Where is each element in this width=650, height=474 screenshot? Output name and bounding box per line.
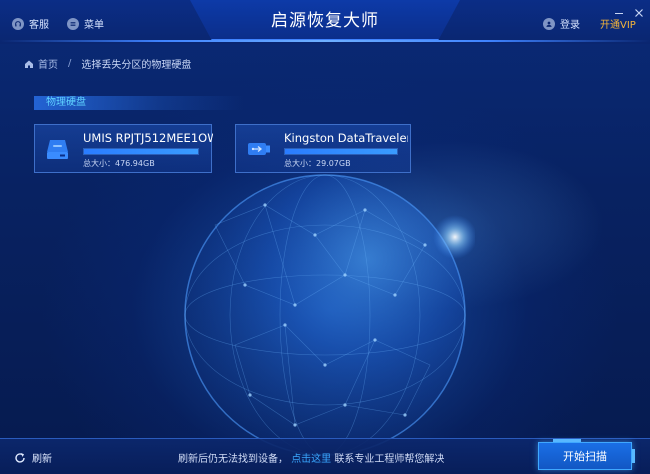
title-divider [0,40,650,42]
breadcrumb-separator: / [68,58,72,69]
user-icon [543,17,555,30]
start-scan-button[interactable]: 开始扫描 [538,439,635,470]
breadcrumb-home[interactable]: 首页 [24,56,58,71]
refresh-label: 刷新 [32,454,52,465]
disk-usage-bar [83,148,199,155]
disk-usage-bar [284,148,398,155]
breadcrumb-current: 选择丢失分区的物理硬盘 [81,60,192,71]
service-button[interactable]: 客服 [12,16,49,31]
usb-drive-icon [248,143,270,155]
disk-usage-fill [84,149,198,154]
hard-drive-icon [47,140,68,159]
globe-illustration [184,174,475,456]
login-button[interactable]: 登录 [543,16,580,31]
login-label: 登录 [560,20,580,31]
disk-size: 总大小：476.94GB [83,159,155,168]
disk-usage-fill [285,149,397,154]
refresh-icon [15,452,25,463]
home-icon [25,60,33,68]
window-controls [614,3,644,17]
menu-button[interactable]: 菜单 [67,16,104,31]
minimize-icon[interactable] [614,3,624,14]
section-title: 物理硬盘 [34,96,244,110]
service-label: 客服 [29,20,49,31]
close-icon[interactable] [634,3,644,17]
title-bar: 启源恢复大师 客服 菜单 登录 开通VIP [0,0,650,44]
toolbar-left: 客服 菜单 [12,16,104,31]
disk-name: UMIS RPJTJ512MEE1OW [83,131,213,145]
headset-icon [12,17,24,30]
app-title: 启源恢复大师 [271,11,379,31]
breadcrumb-home-label: 首页 [38,60,58,71]
hint-prefix: 刷新后仍无法找到设备， [178,454,288,465]
vip-link[interactable]: 开通VIP [600,16,636,31]
disk-name: Kingston DataTraveler 2.0 [284,131,408,145]
contact-link[interactable]: 点击这里 [291,454,331,465]
refresh-button[interactable]: 刷新 [14,450,52,465]
app-window: 启源恢复大师 客服 菜单 登录 开通VIP 首页 / 选择丢失分区的物理硬盘 物… [0,0,650,474]
menu-icon [67,17,79,30]
menu-label: 菜单 [84,20,104,31]
breadcrumb: 首页 / 选择丢失分区的物理硬盘 [24,56,191,71]
toolbar-right: 登录 开通VIP [543,16,636,31]
hint-suffix: 联系专业工程师帮您解决 [334,454,445,465]
help-hint: 刷新后仍无法找到设备， 点击这里 联系专业工程师帮您解决 [178,450,444,465]
